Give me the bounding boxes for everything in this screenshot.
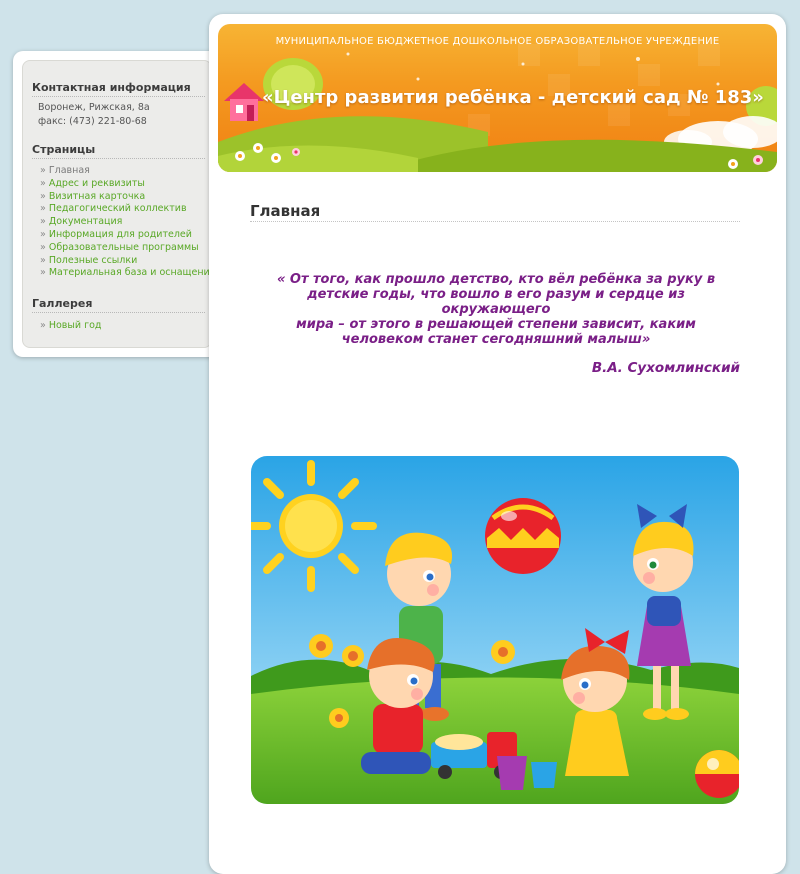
bullet-icon: » xyxy=(40,228,46,240)
sidebar-link-card[interactable]: Визитная карточка xyxy=(49,191,145,202)
sidebar-item-home[interactable]: » Главная xyxy=(40,165,205,178)
gallery-list: » Новый год xyxy=(32,320,205,333)
gallery-block: Галлерея » Новый год xyxy=(32,297,205,333)
sidebar-link-home[interactable]: Главная xyxy=(49,165,90,176)
sidebar-item-facilities[interactable]: » Материальная база и оснащение xyxy=(40,267,216,280)
sidebar-item-parents[interactable]: » Информация для родителей xyxy=(40,229,205,242)
contacts-title: Контактная информация xyxy=(32,81,205,97)
sidebar-link-programs[interactable]: Образовательные программы xyxy=(49,242,199,253)
bullet-icon: » xyxy=(40,190,46,202)
bullet-icon: » xyxy=(40,254,46,266)
bullet-icon: » xyxy=(40,203,46,215)
quote-author: В.А. Сухомлинский xyxy=(591,360,740,376)
sidebar-item-staff[interactable]: » Педагогический коллектив xyxy=(40,203,205,216)
site-title[interactable]: «Центр развития ребёнка - детский сад № … xyxy=(262,87,764,108)
bullet-icon: » xyxy=(40,241,46,253)
contacts-fax: факс: (473) 221-80-68 xyxy=(38,116,147,127)
sidebar-link-address[interactable]: Адрес и реквизиты xyxy=(49,178,145,189)
sidebar-link-parents[interactable]: Информация для родителей xyxy=(49,229,192,240)
bullet-icon: » xyxy=(40,165,46,176)
sidebar-item-address[interactable]: » Адрес и реквизиты xyxy=(40,178,205,191)
quote: « От того, как прошло детство, кто вёл р… xyxy=(251,272,741,347)
header-banner: МУНИЦИПАЛЬНОЕ БЮДЖЕТНОЕ ДОШКОЛЬНОЕ ОБРАЗ… xyxy=(218,24,777,172)
sidebar-link-links[interactable]: Полезные ссылки xyxy=(49,255,137,266)
sidebar-link-docs[interactable]: Документация xyxy=(49,216,123,227)
sidebar-item-docs[interactable]: » Документация xyxy=(40,216,205,229)
sidebar-item-card[interactable]: » Визитная карточка xyxy=(40,191,205,204)
children-playing-illustration xyxy=(251,456,739,804)
sidebar-panel: Контактная информация Воронеж, Рижская, … xyxy=(22,60,216,348)
sidebar-link-new-year[interactable]: Новый год xyxy=(49,320,102,331)
bullet-icon: » xyxy=(40,177,46,189)
contacts-address: Воронеж, Рижская, 8а xyxy=(38,102,150,113)
main-content: МУНИЦИПАЛЬНОЕ БЮДЖЕТНОЕ ДОШКОЛЬНОЕ ОБРАЗ… xyxy=(209,14,786,874)
sidebar-link-staff[interactable]: Педагогический коллектив xyxy=(49,203,187,214)
pages-list: » Главная » Адрес и реквизиты » Визитная… xyxy=(32,165,216,280)
quote-line: детские годы, что вошло в его разум и се… xyxy=(307,287,685,317)
sidebar-item-programs[interactable]: » Образовательные программы xyxy=(40,242,205,255)
bullet-icon: » xyxy=(40,216,46,228)
pages-block: Страницы » Главная » Адрес и реквизиты »… xyxy=(32,143,216,280)
sidebar: Контактная информация Воронеж, Рижская, … xyxy=(13,51,221,357)
page-title: Главная xyxy=(250,202,740,222)
sidebar-link-facilities[interactable]: Материальная база и оснащение xyxy=(49,267,216,278)
sidebar-item-new-year[interactable]: » Новый год xyxy=(40,320,205,333)
quote-line: человеком станет сегодняшний малыш» xyxy=(341,332,651,347)
organization-type: МУНИЦИПАЛЬНОЕ БЮДЖЕТНОЕ ДОШКОЛЬНОЕ ОБРАЗ… xyxy=(275,36,720,47)
sidebar-item-links[interactable]: » Полезные ссылки xyxy=(40,255,205,268)
quote-line: « От того, как прошло детство, кто вёл р… xyxy=(276,272,716,287)
pages-title: Страницы xyxy=(32,143,205,159)
bullet-icon: » xyxy=(40,267,46,279)
contacts-block: Контактная информация Воронеж, Рижская, … xyxy=(32,81,205,127)
quote-line: мира – от этого в решающей степени завис… xyxy=(296,317,696,332)
gallery-title: Галлерея xyxy=(32,297,205,313)
bullet-icon: » xyxy=(40,320,46,331)
